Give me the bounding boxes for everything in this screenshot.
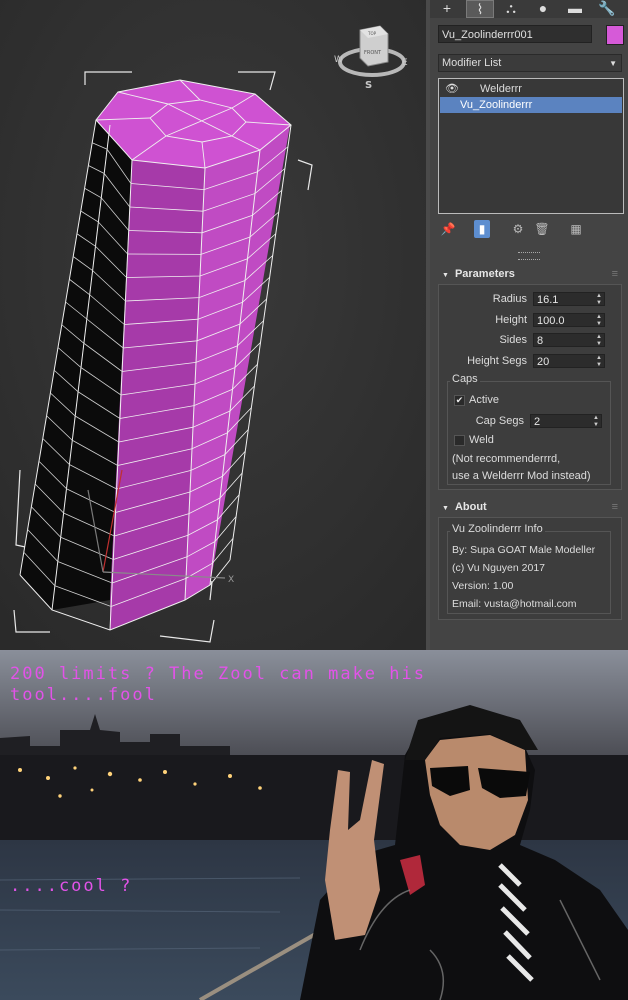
- stack-item-zoolinder[interactable]: Vu_Zoolinderrr: [440, 97, 622, 113]
- utilities-icon: 🔧: [598, 0, 616, 16]
- email-text: Email: vusta@hotmail.com: [452, 598, 577, 610]
- command-panel: + ⌇ ⛬ ● ▬ 🔧 Vu_Zoolinderrr001 Modifier L…: [430, 0, 628, 650]
- spinner-arrows-icon[interactable]: ▲ ▼: [596, 334, 602, 348]
- active-label: Active: [469, 394, 499, 406]
- pin-stack-icon[interactable]: 📌: [440, 220, 456, 238]
- sides-param: Sides 8 ▲ ▼: [499, 332, 605, 348]
- motion-tab[interactable]: ●: [530, 0, 556, 16]
- sides-spinner[interactable]: 8 ▲ ▼: [533, 333, 605, 347]
- modify-icon: ⌇: [476, 0, 484, 17]
- collapse-triangle-icon: ▼: [442, 505, 449, 512]
- perspective-viewport[interactable]: X FRONT TOP W E S: [0, 0, 428, 650]
- author-text: By: Supa GOAT Male Modeller: [452, 544, 596, 556]
- object-name-field[interactable]: Vu_Zoolinderrr001: [438, 25, 592, 43]
- caps-group: Caps ✔ Active Cap Segs 2 ▲ ▼ Weld (Not reco…: [447, 373, 611, 485]
- spinner-arrows-icon[interactable]: ▲ ▼: [596, 314, 602, 328]
- display-tab[interactable]: ▬: [562, 0, 588, 16]
- height-param: Height 100.0 ▲ ▼: [495, 312, 605, 328]
- info-group-title: Vu Zoolinderrr Info: [450, 523, 545, 535]
- height-segs-spinner[interactable]: 20 ▲ ▼: [533, 354, 605, 368]
- compass-south: S: [365, 80, 372, 91]
- about-title: About: [454, 501, 487, 513]
- weld-note-line2: use a Welderrr Mod instead): [452, 470, 591, 482]
- remove-modifier-icon[interactable]: 🗑: [534, 220, 550, 238]
- 3dsmax-window: X FRONT TOP W E S + ⌇ ⛬ ● ▬ 🔧 Vu_Zoolind…: [0, 0, 628, 650]
- active-checkbox[interactable]: ✔ Active: [454, 394, 499, 406]
- meme-photo: 200 limits ? The Zool can make his tool.…: [0, 650, 628, 1000]
- cap-segs-spinner[interactable]: 2 ▲ ▼: [530, 414, 602, 428]
- about-rollout-header[interactable]: ▼ About ≡: [438, 498, 622, 516]
- eye-icon[interactable]: 👁: [445, 81, 459, 97]
- modifier-stack[interactable]: 👁 Welderrr Vu_Zoolinderrr: [438, 78, 624, 214]
- command-panel-tabs: + ⌇ ⛬ ● ▬ 🔧: [430, 0, 628, 18]
- display-icon: ▬: [568, 0, 582, 16]
- meme-line-2: tool....fool: [10, 685, 157, 705]
- make-unique-icon[interactable]: ⚙: [510, 220, 526, 238]
- rollout-menu-icon: ≡: [611, 501, 618, 513]
- radius-spinner[interactable]: 16.1 ▲ ▼: [533, 292, 605, 306]
- axis-x-label: X: [228, 575, 234, 585]
- configure-sets-icon[interactable]: ▦: [568, 220, 584, 238]
- sides-label: Sides: [499, 334, 527, 346]
- meme-line-1: 200 limits ? The Zool can make his: [10, 664, 426, 684]
- height-segs-label: Height Segs: [467, 355, 527, 367]
- utilities-tab[interactable]: 🔧: [594, 0, 620, 16]
- chevron-down-icon: ▼: [609, 59, 617, 68]
- compass-west: W: [334, 55, 343, 65]
- cap-segs-label: Cap Segs: [475, 415, 524, 427]
- parameters-title: Parameters: [454, 268, 515, 280]
- collapse-triangle-icon: ▼: [442, 272, 449, 279]
- create-tab[interactable]: +: [434, 0, 460, 16]
- stack-toolbar: 📌 ▮ ⚙ 🗑 ▦: [438, 218, 622, 240]
- height-spinner[interactable]: 100.0 ▲ ▼: [533, 313, 605, 327]
- spinner-arrows-icon[interactable]: ▲ ▼: [596, 355, 602, 369]
- weld-label: Weld: [469, 434, 494, 446]
- stack-item-label: Vu_Zoolinderrr: [460, 99, 533, 111]
- about-rollout: Vu Zoolinderrr Info By: Supa GOAT Male M…: [438, 517, 622, 620]
- modify-tab[interactable]: ⌇: [466, 0, 494, 18]
- viewport-canvas: X FRONT TOP W E S: [0, 0, 428, 650]
- cap-segs-param: Cap Segs 2 ▲ ▼: [476, 413, 602, 429]
- parameters-rollout-header[interactable]: ▼ Parameters ≡: [438, 265, 622, 283]
- show-end-result-icon[interactable]: ▮: [474, 220, 490, 238]
- hierarchy-tab[interactable]: ⛬: [498, 0, 524, 16]
- height-segs-param: Height Segs 20 ▲ ▼: [467, 353, 605, 369]
- height-label: Height: [495, 314, 527, 326]
- rollout-menu-icon: ≡: [611, 268, 618, 280]
- viewcube-face-label: FRONT: [364, 50, 382, 56]
- hierarchy-icon: ⛬: [506, 0, 516, 16]
- object-color-swatch[interactable]: [606, 25, 624, 45]
- version-text: Version: 1.00: [452, 580, 514, 592]
- copyright-text: (c) Vu Nguyen 2017: [452, 562, 545, 574]
- spinner-arrows-icon[interactable]: ▲ ▼: [596, 293, 602, 307]
- compass-east: E: [402, 58, 408, 68]
- modifier-list-label: Modifier List: [442, 57, 502, 69]
- checkmark-icon: ✔: [454, 394, 465, 406]
- info-group: Vu Zoolinderrr Info By: Supa GOAT Male M…: [447, 523, 611, 614]
- stack-item-welder[interactable]: 👁 Welderrr: [440, 81, 622, 97]
- motion-icon: ●: [538, 0, 548, 16]
- weld-checkbox[interactable]: Weld: [454, 434, 494, 446]
- radius-label: Radius: [492, 293, 527, 305]
- plus-icon: +: [442, 0, 452, 16]
- viewcube-top-label: TOP: [367, 31, 377, 36]
- stack-item-label: Welderrr: [480, 83, 522, 95]
- radius-param: Radius 16.1 ▲ ▼: [493, 291, 605, 307]
- spinner-arrows-icon[interactable]: ▲ ▼: [593, 415, 599, 429]
- weld-note-line1: (Not recommenderrrd,: [452, 453, 561, 465]
- parameters-rollout: Radius 16.1 ▲ ▼ Height 100.0 ▲ ▼ Sides 8 ▲ ▼ H…: [438, 284, 622, 490]
- meme-line-3: ....cool ?: [10, 876, 133, 896]
- panel-divider-grip[interactable]: [518, 252, 540, 260]
- modifier-list-dropdown[interactable]: Modifier List ▼: [438, 54, 622, 72]
- caps-title: Caps: [450, 373, 480, 385]
